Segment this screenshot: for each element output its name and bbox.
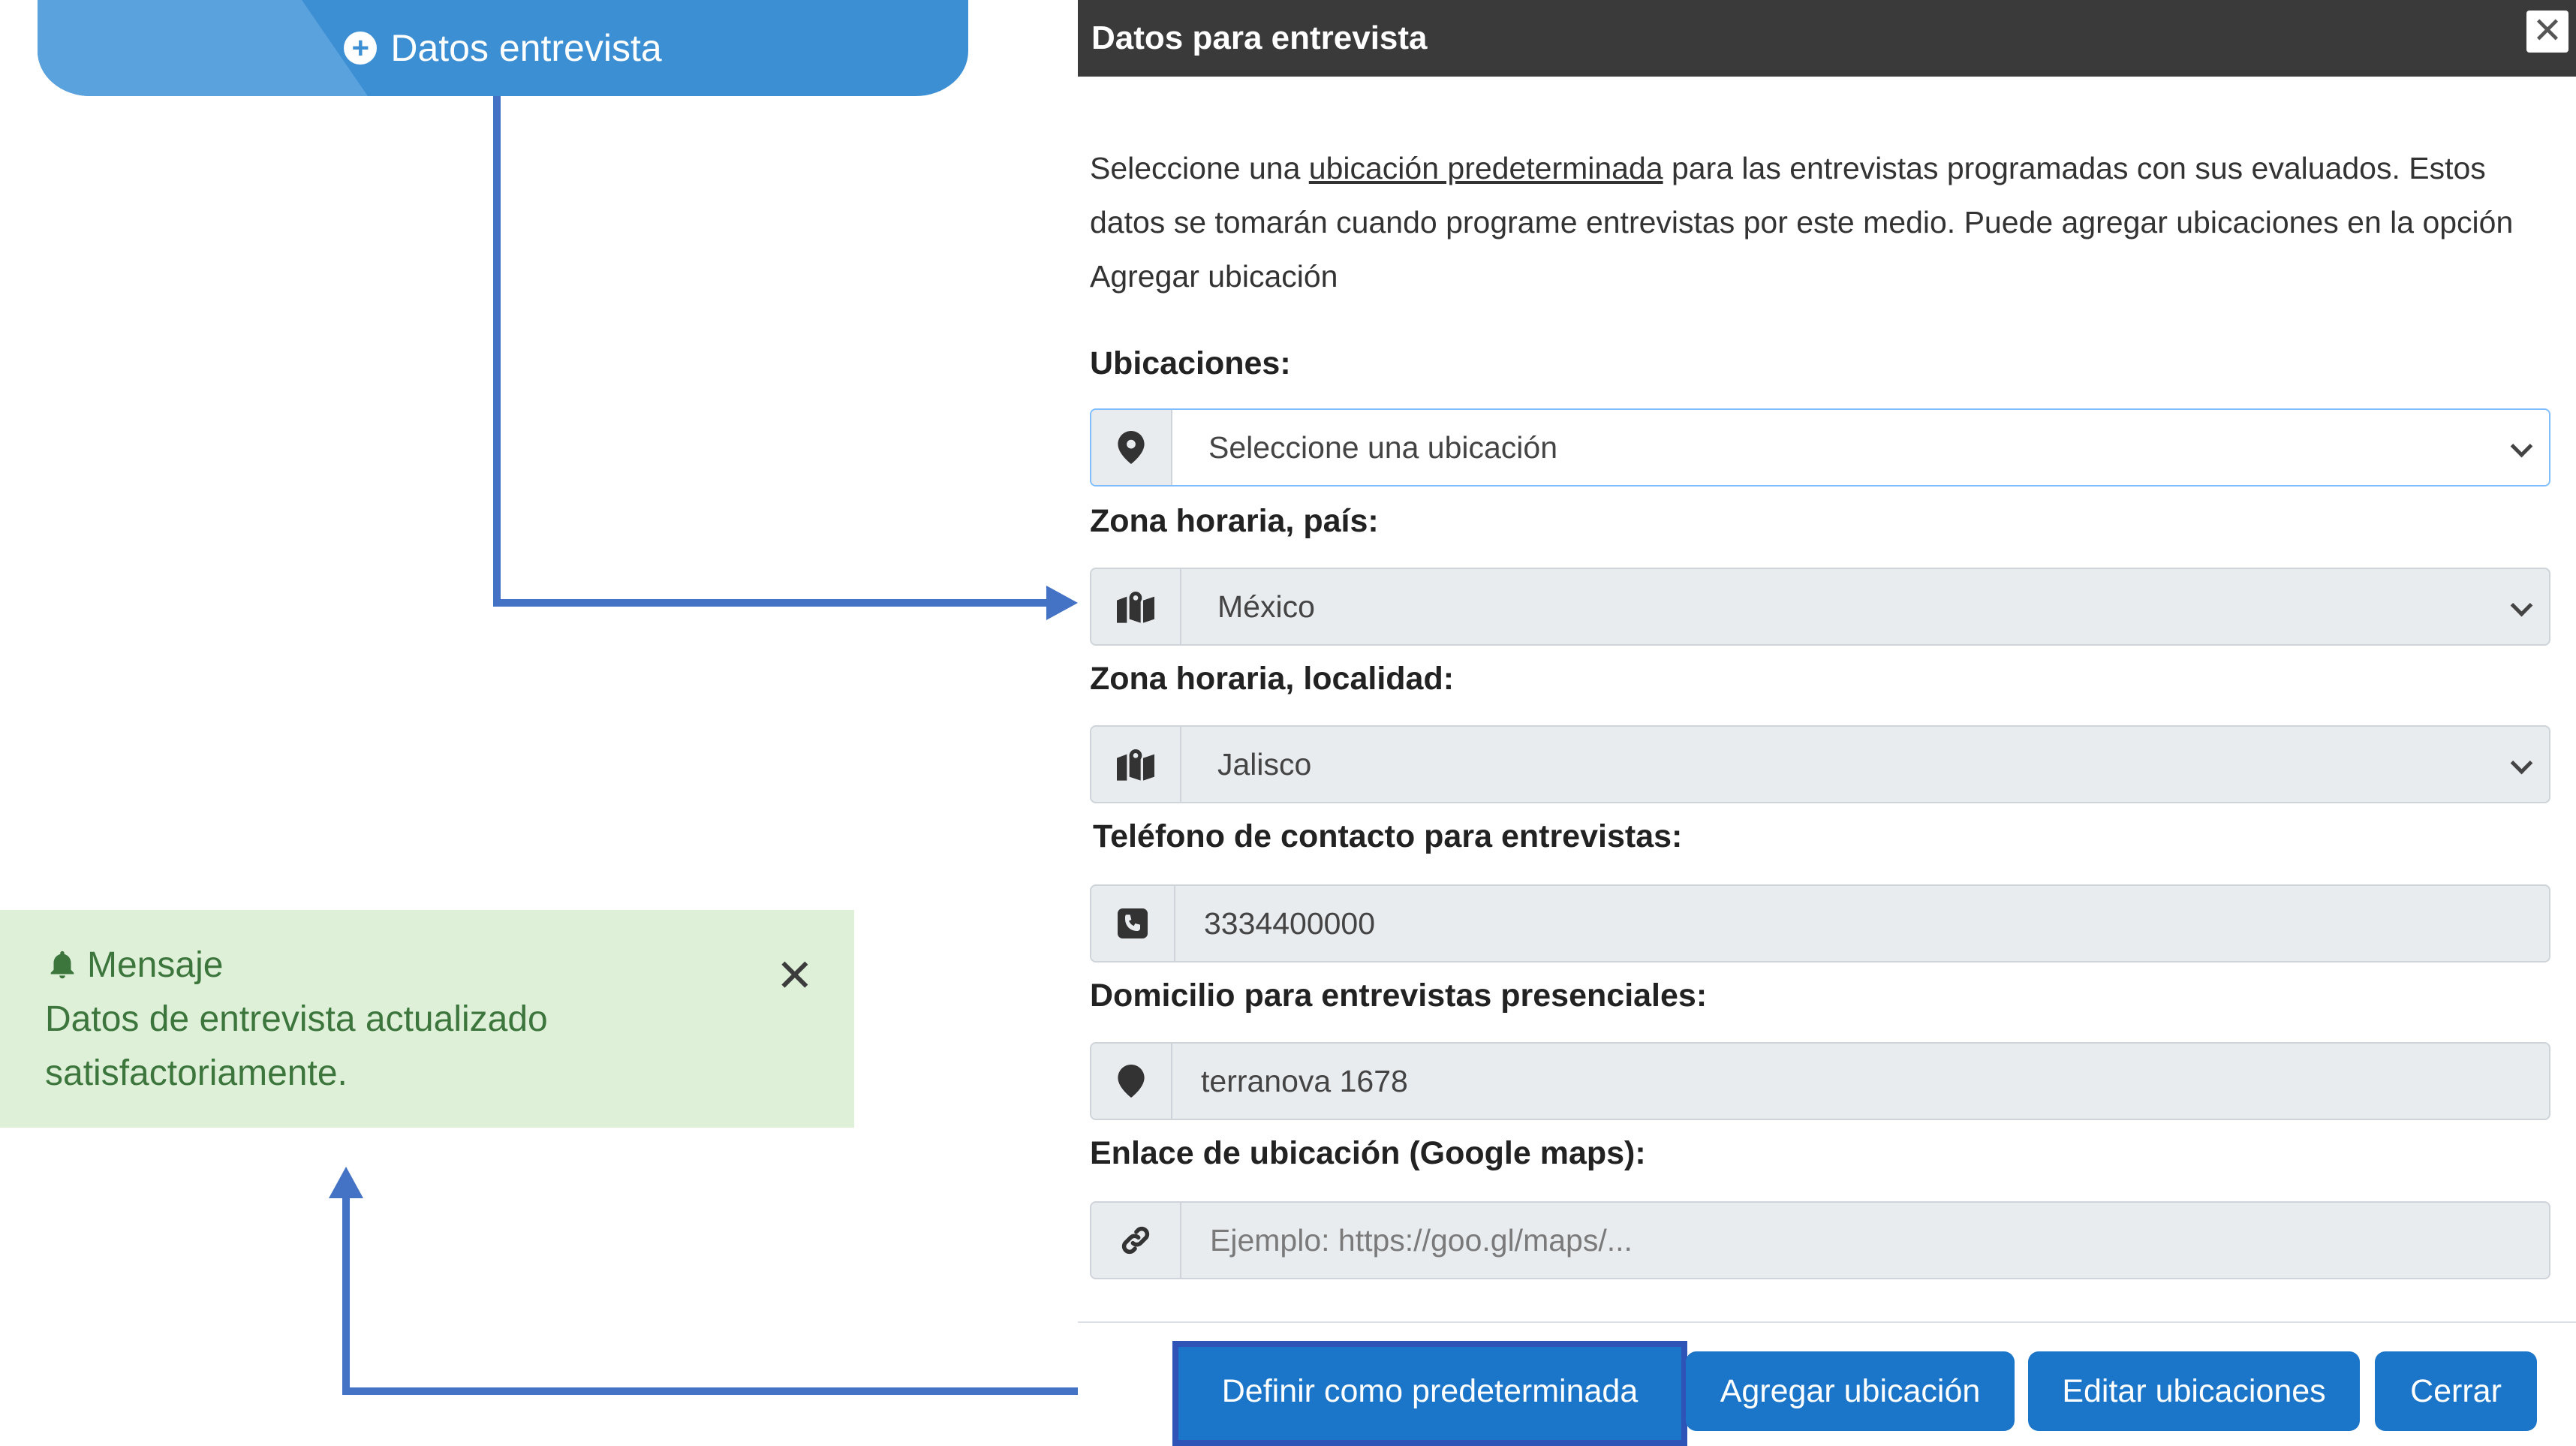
toast-message-line2: satisfactoriamente. xyxy=(45,1053,348,1093)
definir-predeterminada-button[interactable]: Definir como predeterminada xyxy=(1186,1351,1674,1431)
domicilio-value: terranova 1678 xyxy=(1201,1063,1408,1098)
agregar-ubicacion-button[interactable]: Agregar ubicación xyxy=(1686,1351,2015,1431)
ubicaciones-select[interactable]: Seleccione una ubicación xyxy=(1090,408,2550,487)
map-marker-icon xyxy=(1118,431,1145,464)
modal-header: Datos para entrevista ✕ xyxy=(1078,0,2576,77)
description-link: ubicación predeterminada xyxy=(1308,151,1663,185)
telefono-input[interactable]: 3334400000 xyxy=(1090,884,2550,962)
zona-pais-select[interactable]: México xyxy=(1090,568,2550,646)
phone-square-icon xyxy=(1118,908,1148,938)
map-icon xyxy=(1117,749,1154,781)
cerrar-button[interactable]: Cerrar xyxy=(2375,1351,2537,1431)
chevron-down-icon xyxy=(2510,594,2533,617)
zona-pais-addon xyxy=(1091,569,1181,644)
connector-vertical-top xyxy=(493,96,501,607)
toast-message-line1: Datos de entrevista actualizado xyxy=(45,999,548,1039)
datos-entrevista-label: Datos entrevista xyxy=(390,27,662,69)
toast-close-icon[interactable]: ✕ xyxy=(776,953,814,999)
zona-localidad-value: Jalisco xyxy=(1181,727,2549,802)
enlace-input[interactable]: Ejemplo: https://goo.gl/maps/... xyxy=(1090,1201,2550,1279)
zona-pais-label: Zona horaria, país: xyxy=(1090,503,1379,539)
datos-entrevista-modal: Datos para entrevista ✕ Seleccione una u… xyxy=(1078,0,2576,1446)
telefono-label: Teléfono de contacto para entrevistas: xyxy=(1093,818,1683,854)
map-icon xyxy=(1117,592,1154,623)
zona-pais-selected: México xyxy=(1217,589,1315,624)
telefono-addon xyxy=(1091,886,1175,961)
enlace-placeholder: Ejemplo: https://goo.gl/maps/... xyxy=(1210,1222,1633,1258)
zona-localidad-selected: Jalisco xyxy=(1217,746,1312,782)
connector-horizontal-bottom xyxy=(342,1387,1175,1395)
connector-arrow-up xyxy=(329,1167,363,1198)
connector-arrow-right xyxy=(1046,586,1078,620)
chevron-down-icon xyxy=(2510,752,2533,775)
domicilio-input[interactable]: terranova 1678 xyxy=(1090,1042,2550,1120)
ubicaciones-selected: Seleccione una ubicación xyxy=(1208,429,1557,465)
zona-localidad-addon xyxy=(1091,727,1181,802)
pill-highlight xyxy=(38,0,368,96)
domicilio-label: Domicilio para entrevistas presenciales: xyxy=(1090,978,1708,1014)
description-text-1: Seleccione una xyxy=(1090,151,1309,185)
modal-close-icon[interactable]: ✕ xyxy=(2526,11,2568,53)
toast-title: Mensaje xyxy=(87,945,224,985)
ubicaciones-value: Seleccione una ubicación xyxy=(1172,410,2549,485)
enlace-addon xyxy=(1091,1203,1181,1278)
success-toast: Mensaje Datos de entrevista actualizado … xyxy=(0,910,854,1128)
telefono-value: 3334400000 xyxy=(1204,905,1376,941)
modal-footer-divider xyxy=(1078,1321,2576,1323)
editar-ubicaciones-button[interactable]: Editar ubicaciones xyxy=(2028,1351,2360,1431)
modal-description: Seleccione una ubicación predeterminada … xyxy=(1090,141,2553,303)
link-icon xyxy=(1121,1226,1150,1255)
plus-circle-icon: + xyxy=(344,32,378,65)
datos-entrevista-button[interactable]: + Datos entrevista xyxy=(38,0,968,96)
zona-localidad-select[interactable]: Jalisco xyxy=(1090,725,2550,803)
enlace-label: Enlace de ubicación (Google maps): xyxy=(1090,1135,1646,1171)
modal-title: Datos para entrevista xyxy=(1091,20,1428,56)
chevron-down-icon xyxy=(2510,435,2533,458)
connector-vertical-bottom xyxy=(342,1191,350,1395)
zona-localidad-label: Zona horaria, localidad: xyxy=(1090,661,1455,697)
map-marker-icon xyxy=(1118,1065,1145,1098)
ubicaciones-label: Ubicaciones: xyxy=(1090,345,1291,381)
domicilio-addon xyxy=(1091,1044,1172,1119)
ubicaciones-addon xyxy=(1091,410,1172,485)
zona-pais-value: México xyxy=(1181,569,2549,644)
connector-horizontal-top xyxy=(493,599,1053,607)
bell-icon xyxy=(50,950,74,979)
